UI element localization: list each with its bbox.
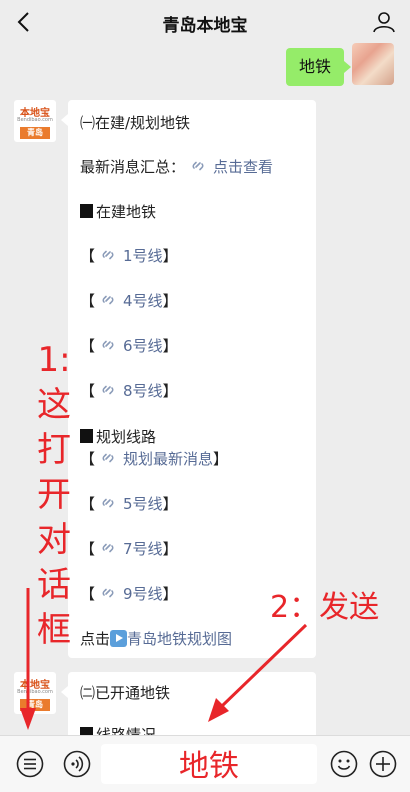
- message-heading: ㈡已开通地铁: [80, 684, 171, 702]
- line-item[interactable]: 【 6号线】: [80, 335, 178, 356]
- section-planning: 规划线路: [80, 426, 156, 447]
- bracket-open: 【: [80, 337, 96, 355]
- avatar-site: Bendibao.com: [17, 689, 53, 695]
- bracket-close: 】: [162, 495, 178, 513]
- user-avatar[interactable]: [352, 43, 394, 85]
- bracket-open: 【: [80, 540, 96, 558]
- link-icon: [102, 543, 114, 553]
- line-link[interactable]: 1号线: [123, 247, 163, 265]
- link-icon: [102, 250, 114, 260]
- menu-list-icon[interactable]: [16, 750, 44, 778]
- line-item[interactable]: 【 4号线】: [80, 290, 178, 311]
- annotation-step1-char: 开: [37, 475, 71, 515]
- line-link[interactable]: 8号线: [123, 382, 163, 400]
- link-icon: [102, 340, 114, 350]
- line-link[interactable]: 4号线: [123, 292, 163, 310]
- section-building-label: 在建地铁: [96, 203, 157, 221]
- annotation-step1: 1: 这 打 开 对 话 框: [34, 338, 74, 653]
- add-icon[interactable]: [369, 750, 397, 778]
- click-prefix: 点击: [80, 630, 111, 648]
- plan-map-link[interactable]: 青岛地铁规划图: [127, 630, 232, 648]
- link-icon: [102, 295, 114, 305]
- annotation-step1-char: 打: [37, 430, 71, 470]
- annotation-step1-char: 1:: [37, 340, 71, 380]
- profile-icon[interactable]: [372, 10, 396, 34]
- play-icon: [110, 630, 128, 647]
- line-link[interactable]: 6号线: [123, 337, 163, 355]
- annotation-step1-char: 这: [37, 385, 71, 425]
- bracket-open: 【: [80, 495, 96, 513]
- bot-avatar[interactable]: 本地宝 Bendibao.com 青岛: [14, 672, 56, 714]
- section-planning-label: 规划线路: [96, 428, 157, 446]
- bot-avatar[interactable]: 本地宝 Bendibao.com 青岛: [14, 100, 56, 142]
- link-icon: [102, 588, 114, 598]
- top-bar: 青岛本地宝: [0, 0, 410, 44]
- planning-news-link[interactable]: 规划最新消息: [123, 450, 213, 468]
- line-link[interactable]: 9号线: [123, 585, 163, 603]
- message-heading: ㈠在建/规划地铁: [80, 114, 191, 132]
- line-item[interactable]: 【 5号线】: [80, 493, 178, 514]
- annotation-step1-char: 对: [37, 520, 71, 560]
- annotation-step2: 2：发送: [270, 590, 380, 625]
- bracket-open: 【: [80, 450, 96, 468]
- emoji-icon[interactable]: [330, 750, 358, 778]
- link-icon: [102, 385, 114, 395]
- chat-title: 青岛本地宝: [162, 16, 248, 36]
- input-value[interactable]: 地铁: [101, 741, 317, 785]
- user-message-bubble[interactable]: 地铁: [286, 48, 351, 86]
- bracket-open: 【: [80, 247, 96, 265]
- bracket-close: 】: [213, 450, 229, 468]
- avatar-city: 青岛: [20, 127, 50, 139]
- line-item[interactable]: 【 9号线】: [80, 583, 178, 604]
- annotation-step1-char: 框: [37, 610, 71, 650]
- news-row: 最新消息汇总： 点击查看: [80, 156, 273, 177]
- avatar-city: 青岛: [20, 699, 50, 711]
- line-item[interactable]: 【 1号线】: [80, 245, 178, 266]
- link-icon: [102, 498, 114, 508]
- line-link[interactable]: 7号线: [123, 540, 163, 558]
- news-link[interactable]: 点击查看: [213, 158, 273, 176]
- line-link[interactable]: 5号线: [123, 495, 163, 513]
- bracket-close: 】: [162, 585, 178, 603]
- bracket-close: 】: [162, 540, 178, 558]
- bracket-close: 】: [162, 292, 178, 310]
- annotation-step1-char: 话: [37, 565, 71, 605]
- black-square-icon: [80, 204, 93, 218]
- bracket-open: 【: [80, 382, 96, 400]
- line-item[interactable]: 【 7号线】: [80, 538, 178, 559]
- bracket-close: 】: [162, 337, 178, 355]
- bot-message-bubble: ㈠在建/规划地铁 最新消息汇总： 点击查看 在建地铁 【1号线】 【4号线】 【6…: [61, 100, 316, 658]
- planning-news-item[interactable]: 【 规划最新消息】: [80, 448, 228, 469]
- avatar-site: Bendibao.com: [17, 117, 53, 123]
- bracket-close: 】: [162, 382, 178, 400]
- black-square-icon: [80, 429, 93, 443]
- line-item[interactable]: 【 8号线】: [80, 380, 178, 401]
- link-icon: [102, 453, 114, 463]
- plan-map-row[interactable]: 点击 青岛地铁规划图: [80, 628, 232, 649]
- news-label: 最新消息汇总：: [80, 158, 186, 176]
- link-icon: [192, 161, 204, 171]
- bracket-close: 】: [162, 247, 178, 265]
- bracket-open: 【: [80, 585, 96, 603]
- voice-icon[interactable]: [63, 750, 91, 778]
- section-building: 在建地铁: [80, 201, 156, 222]
- bracket-open: 【: [80, 292, 96, 310]
